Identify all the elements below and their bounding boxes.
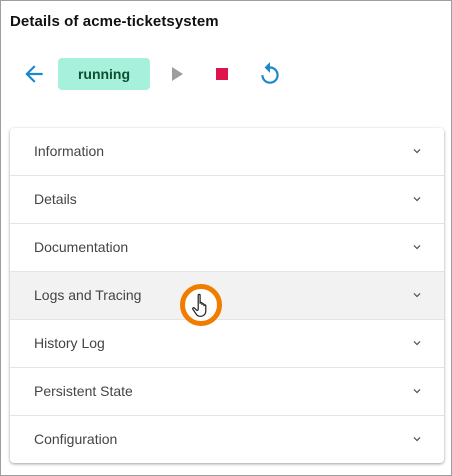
stop-icon: [216, 68, 228, 80]
arrow-left-icon: [25, 65, 43, 83]
panel-label: Information: [34, 143, 105, 159]
back-button[interactable]: [21, 61, 47, 87]
chevron-down-icon: [413, 389, 421, 394]
panel-logs-and-tracing[interactable]: Logs and Tracing: [10, 272, 444, 320]
status-badge: running: [58, 58, 150, 90]
panel-persistent-state[interactable]: Persistent State: [10, 368, 444, 416]
chevron-down-icon: [413, 437, 421, 442]
panel-label: Configuration: [34, 431, 118, 447]
chevron-down-icon: [413, 197, 421, 202]
panel-label: Persistent State: [34, 383, 133, 399]
play-icon: [172, 67, 183, 81]
panel-history-log[interactable]: History Log: [10, 320, 444, 368]
panel-information[interactable]: Information: [10, 128, 444, 176]
start-button[interactable]: [164, 62, 188, 86]
stop-button[interactable]: [210, 62, 234, 86]
panel-documentation[interactable]: Documentation: [10, 224, 444, 272]
expansion-panel-list: Information Details Documentation Logs a…: [10, 128, 444, 463]
panel-label: History Log: [34, 335, 105, 351]
restart-icon: [261, 62, 279, 84]
chevron-down-icon: [413, 245, 421, 250]
chevron-down-icon: [413, 149, 421, 154]
panel-label: Details: [34, 191, 77, 207]
restart-button[interactable]: [257, 61, 283, 87]
toolbar: running: [1, 58, 451, 90]
panel-configuration[interactable]: Configuration: [10, 416, 444, 463]
panel-details[interactable]: Details: [10, 176, 444, 224]
details-window: Details of acme-ticketsystem running Inf…: [0, 0, 452, 476]
panel-label: Documentation: [34, 239, 129, 255]
chevron-down-icon: [413, 293, 421, 298]
page-title: Details of acme-ticketsystem: [10, 13, 219, 30]
chevron-down-icon: [413, 341, 421, 346]
panel-label: Logs and Tracing: [34, 287, 142, 303]
